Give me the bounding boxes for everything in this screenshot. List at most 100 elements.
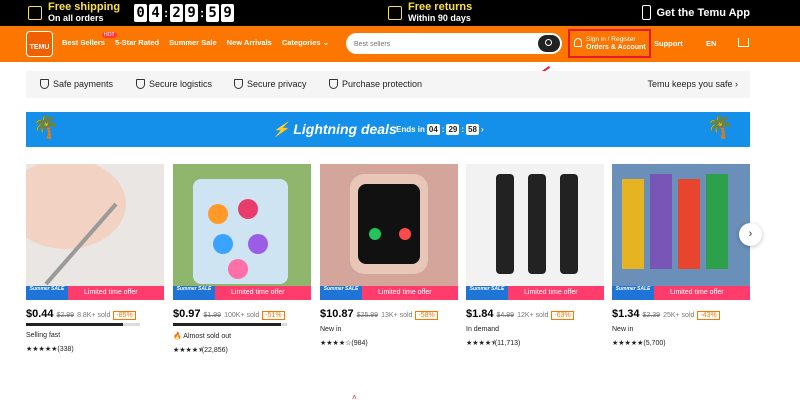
truck-icon xyxy=(136,79,145,89)
nav-links: Best Sellers 5-Star Rated Summer Sale Ne… xyxy=(62,38,329,47)
product-card[interactable]: Summer SALE Limited time offer $1.34 $2.39… xyxy=(612,164,750,347)
product-image[interactable]: Summer SALE Limited time offer xyxy=(612,164,750,300)
product-price: $1.84 xyxy=(466,308,494,320)
free-returns-promo[interactable]: Free returns Within 90 days xyxy=(388,2,472,23)
product-price: $0.44 xyxy=(26,308,54,320)
trust-purchase-protection: Purchase protection xyxy=(329,79,422,89)
product-image[interactable]: Summer SALE Limited time offer xyxy=(466,164,604,300)
discount-badge: -63% xyxy=(551,311,574,320)
sold-progress-bar xyxy=(26,323,140,326)
nav-summer-sale[interactable]: Summer Sale xyxy=(169,38,217,47)
product-image-smartwatch xyxy=(350,174,428,274)
countdown-timer: 0 4 : 2 9 : 5 9 xyxy=(134,3,235,22)
search-input[interactable] xyxy=(346,34,516,55)
free-returns-subtitle: Within 90 days xyxy=(408,13,471,23)
product-price: $1.34 xyxy=(612,308,640,320)
lightning-deals-title: ⚡ Lightning deals xyxy=(272,121,397,137)
free-shipping-subtitle: On all orders xyxy=(48,13,104,23)
nav-best-sellers[interactable]: Best Sellers xyxy=(62,38,105,47)
temu-keeps-you-safe-link[interactable]: Temu keeps you safe › xyxy=(647,79,738,89)
product-card[interactable]: Summer SALE Limited time offer $10.87 $25.… xyxy=(320,164,458,347)
get-app-label: Get the Temu App xyxy=(656,6,751,19)
temu-logo[interactable]: TEMU xyxy=(26,31,53,57)
ends-in-label: Ends in xyxy=(396,125,425,134)
search-button[interactable] xyxy=(538,35,560,52)
lightning-deals-timer: Ends in 04: 29: 58 › xyxy=(396,124,484,135)
nav-five-star-rated[interactable]: 5-Star Rated xyxy=(115,38,159,47)
get-app-link[interactable]: Get the Temu App xyxy=(641,5,751,20)
rating-stars: ★★★★⯨(22,856) xyxy=(173,347,228,354)
product-tag: Selling fast xyxy=(26,332,61,339)
product-image[interactable]: Summer SALE Limited time offer xyxy=(320,164,458,300)
trust-safe-payments: Safe payments xyxy=(40,79,113,89)
language-selector[interactable]: EN xyxy=(706,39,716,48)
product-card[interactable]: Summer SALE Limited time offer $1.84 $4.99… xyxy=(466,164,604,350)
carousel-next-button[interactable]: › xyxy=(739,223,762,246)
product-price: $0.97 xyxy=(173,308,201,320)
product-image[interactable]: Summer SALE Limited time offer xyxy=(173,164,311,300)
trust-label: Safe payments xyxy=(53,79,114,89)
product-tag: New in xyxy=(320,326,342,333)
sold-progress-bar xyxy=(173,323,287,326)
sign-in-label: Sign in / Register xyxy=(586,36,636,43)
discount-badge: -43% xyxy=(697,311,720,320)
product-card[interactable]: Summer SALE Limited time offer $0.44 $2.99… xyxy=(26,164,164,353)
original-price: $4.99 xyxy=(496,312,515,319)
timer-hours: 04 xyxy=(426,124,440,135)
product-image[interactable]: Summer SALE Limited time offer xyxy=(26,164,164,300)
countdown-digit: 2 xyxy=(170,3,184,22)
orders-account-label: Orders & Account xyxy=(586,44,646,51)
product-image-socks xyxy=(622,174,728,269)
product-image-flashlights xyxy=(496,174,578,274)
countdown-digit: 5 xyxy=(206,3,220,22)
free-shipping-promo[interactable]: Free shipping On all orders 0 4 : 2 9 : … xyxy=(28,1,235,23)
support-link[interactable]: Support xyxy=(654,39,683,48)
summer-sale-badge: Summer SALE xyxy=(320,286,362,300)
palm-tree-icon: 🌴 xyxy=(706,114,734,139)
countdown-separator: : xyxy=(164,5,169,20)
rating-stars: ★★★★⯨(11,713) xyxy=(466,340,521,347)
original-price: $1.99 xyxy=(203,312,222,319)
rating-stars: ★★★★★(5,700) xyxy=(612,340,666,347)
phone-icon xyxy=(641,5,651,20)
cart-icon[interactable] xyxy=(738,38,749,47)
timer-seconds: 58 xyxy=(466,124,479,135)
nav-new-arrivals[interactable]: New Arrivals xyxy=(227,38,272,47)
product-price: $10.87 xyxy=(320,308,354,320)
summer-sale-badge: Summer SALE xyxy=(466,286,508,300)
countdown-digit: 9 xyxy=(221,3,235,22)
product-card[interactable]: Summer SALE Limited time offer $0.97 $1.99… xyxy=(173,164,311,357)
trust-secure-logistics: Secure logistics xyxy=(136,79,212,89)
sale-band: Summer SALE Limited time offer xyxy=(173,286,311,300)
sold-count: 100K+ sold xyxy=(224,312,260,319)
palm-tree-icon: 🌴 xyxy=(32,114,60,139)
limited-offer-label: Limited time offer xyxy=(231,289,285,296)
free-shipping-title: Free shipping xyxy=(48,1,121,13)
original-price: $2.99 xyxy=(56,312,75,319)
trust-label: Secure privacy xyxy=(247,79,307,89)
lightning-deals-banner[interactable]: 🌴 🌴 ⚡ Lightning deals Ends in 04: 29: 58… xyxy=(26,112,750,147)
promo-bar: Free shipping On all orders 0 4 : 2 9 : … xyxy=(0,0,800,26)
sold-count: 13K+ sold xyxy=(381,312,413,319)
main-nav: TEMU Best Sellers 5-Star Rated Summer Sa… xyxy=(0,26,800,62)
limited-offer-label: Limited time offer xyxy=(378,289,432,296)
return-box-icon xyxy=(388,5,402,20)
chevron-right-icon: › xyxy=(480,125,484,134)
trust-secure-privacy: Secure privacy xyxy=(234,79,307,89)
countdown-digit: 9 xyxy=(185,3,199,22)
truck-icon xyxy=(28,5,42,20)
sale-band: Summer SALE Limited time offer xyxy=(26,286,164,300)
rating-stars: ★★★★★(338) xyxy=(26,346,74,353)
sold-count: 12K+ sold xyxy=(517,312,549,319)
sign-in-account-button[interactable]: Sign in / Register Orders & Account xyxy=(568,29,651,58)
sale-band: Summer SALE Limited time offer xyxy=(320,286,458,300)
nav-categories[interactable]: Categories ⌄ xyxy=(282,38,329,47)
summer-sale-badge: Summer SALE xyxy=(173,286,215,300)
trust-label: Secure logistics xyxy=(149,79,213,89)
sold-progress-fill xyxy=(26,323,123,326)
limited-offer-label: Limited time offer xyxy=(524,289,578,296)
trust-bar[interactable]: Safe payments Secure logistics Secure pr… xyxy=(26,71,750,98)
rating-stars: ★★★★☆(984) xyxy=(320,340,368,347)
original-price: $2.39 xyxy=(642,312,661,319)
product-tag: In demand xyxy=(466,326,500,333)
